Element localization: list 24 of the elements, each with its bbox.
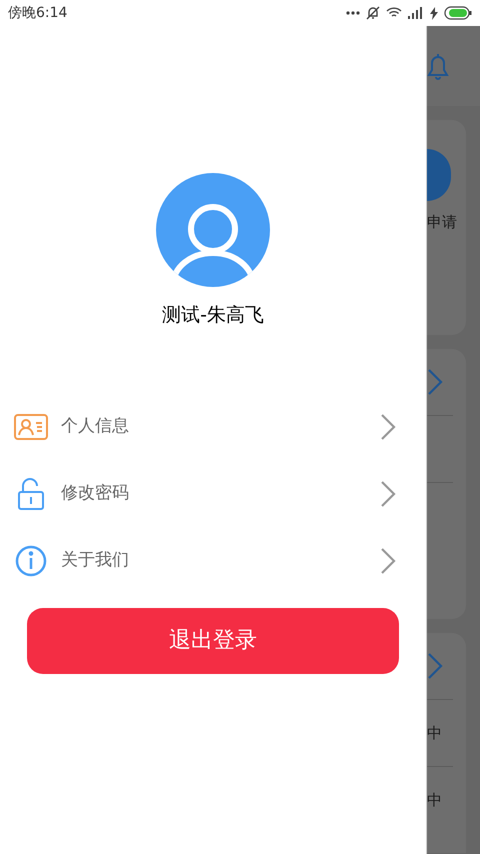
- battery-icon: [444, 6, 472, 20]
- chevron-right-icon: [380, 413, 396, 441]
- charging-icon: [430, 6, 438, 20]
- chevron-right-icon: [380, 480, 396, 508]
- chevron-right-icon: [427, 368, 443, 396]
- menu-item[interactable]: 个人信息: [0, 394, 426, 460]
- status-time: 傍晚6:14: [8, 4, 68, 22]
- unlocked-padlock-icon: [17, 478, 45, 510]
- user-name: 测试-朱高飞: [162, 303, 264, 328]
- row-label: 中: [427, 722, 442, 744]
- more-dots-icon: [346, 11, 360, 15]
- chevron-right-icon: [427, 652, 443, 680]
- row-label: 中: [427, 790, 442, 811]
- muted-bell-icon: [366, 6, 380, 20]
- menu-item[interactable]: 修改密码: [0, 460, 426, 528]
- id-card-icon: [14, 414, 48, 440]
- card-label: 申请: [427, 212, 457, 233]
- logout-button[interactable]: 退出登录: [27, 608, 399, 674]
- wifi-icon: [386, 7, 402, 19]
- menu-item[interactable]: 关于我们: [0, 528, 426, 594]
- info-icon: [15, 545, 47, 577]
- signal-icon: [408, 7, 424, 19]
- chevron-right-icon: [380, 547, 396, 575]
- bell-icon: [427, 51, 449, 81]
